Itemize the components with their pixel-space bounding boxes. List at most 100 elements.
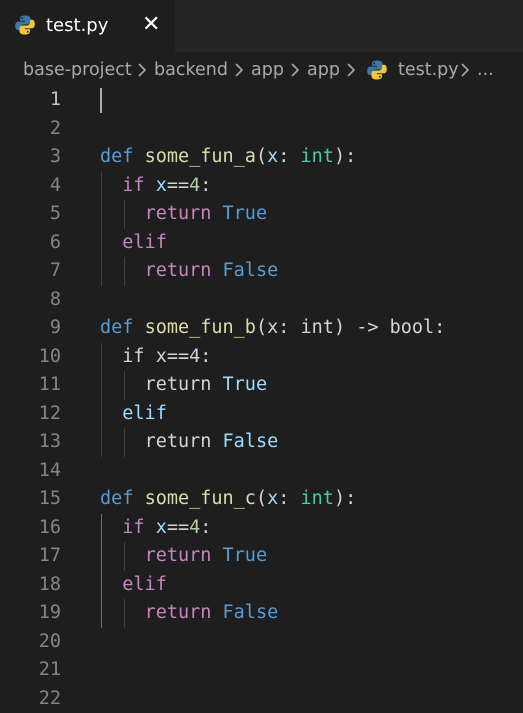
- code-line[interactable]: 14: [0, 457, 523, 485]
- line-number: 1: [49, 89, 61, 110]
- code-token: ) -> bool:: [333, 317, 446, 338]
- code-token: ==: [166, 174, 190, 196]
- breadcrumb-item-backend[interactable]: backend: [154, 56, 228, 84]
- code-line[interactable]: 18 elif: [0, 571, 523, 599]
- line-number: 16: [38, 516, 61, 538]
- line-number: 18: [38, 573, 61, 595]
- code-token: :: [278, 146, 301, 167]
- code-line[interactable]: 1: [0, 86, 523, 114]
- code-line[interactable]: 20: [0, 628, 523, 656]
- indent-guide: [101, 171, 102, 286]
- indent-guide: [124, 428, 125, 457]
- code-editor[interactable]: 1 2 3 def some_fun_a(x: int): 4 if x==4: 5 re…: [0, 84, 523, 709]
- line-number: 2: [49, 117, 61, 139]
- indent-guide: [101, 513, 102, 628]
- code-line[interactable]: 3 def some_fun_a(x: int):: [0, 143, 523, 171]
- code-token: return: [144, 602, 212, 623]
- close-icon[interactable]: ✕: [142, 13, 160, 37]
- line-number: 21: [38, 659, 61, 680]
- code-text: def some_fun_c(x: int):: [100, 485, 356, 513]
- code-text: elif: [100, 571, 167, 599]
- tab-bar: test.py ✕: [0, 0, 523, 52]
- code-token: 4: [189, 516, 201, 538]
- code-line[interactable]: 11 return True: [0, 371, 523, 399]
- code-line[interactable]: 21: [0, 656, 523, 684]
- chevron-right-icon: [231, 62, 247, 78]
- code-text: return True: [100, 542, 268, 570]
- code-text: return True: [100, 200, 268, 228]
- code-token: def: [100, 488, 134, 509]
- code-line[interactable]: 4 if x==4:: [0, 172, 523, 200]
- code-line[interactable]: 17 return True: [0, 542, 523, 570]
- line-number: 17: [38, 545, 61, 566]
- code-token: def: [100, 317, 134, 338]
- code-token: elif: [122, 402, 167, 424]
- code-line[interactable]: 15 def some_fun_c(x: int):: [0, 485, 523, 513]
- code-token: ==: [166, 516, 190, 538]
- code-token: int: [300, 488, 334, 509]
- code-text: if x==4:: [100, 343, 211, 371]
- tab-test-py[interactable]: test.py ✕: [0, 0, 175, 52]
- code-token: False: [222, 260, 279, 281]
- code-token: some_fun_b: [144, 317, 256, 338]
- code-line[interactable]: 10 if x==4:: [0, 343, 523, 371]
- breadcrumb: base-project backend app app test.py ...: [0, 56, 523, 84]
- code-token: (x:: [255, 317, 301, 338]
- indent-guide: [124, 542, 125, 571]
- breadcrumb-item-app[interactable]: app: [251, 56, 284, 84]
- breadcrumb-item-base-project[interactable]: base-project: [23, 56, 132, 84]
- line-number: 5: [49, 203, 61, 224]
- code-token: if: [122, 516, 145, 538]
- code-line[interactable]: 12 elif: [0, 400, 523, 428]
- code-token: True: [222, 203, 268, 224]
- code-text: elif: [100, 400, 167, 428]
- code-line[interactable]: 5 return True: [0, 200, 523, 228]
- code-line[interactable]: 16 if x==4:: [0, 514, 523, 542]
- line-number: 19: [38, 602, 61, 623]
- line-number: 3: [49, 146, 61, 167]
- code-token: int: [300, 146, 334, 167]
- code-line[interactable]: 8: [0, 286, 523, 314]
- breadcrumb-item-app-2[interactable]: app: [307, 56, 340, 84]
- line-number: 9: [49, 317, 61, 338]
- code-line[interactable]: 2: [0, 115, 523, 143]
- code-line[interactable]: 7 return False: [0, 257, 523, 285]
- code-line[interactable]: 13 return False: [0, 428, 523, 456]
- line-number: 6: [49, 231, 61, 253]
- code-line[interactable]: 6 elif: [0, 229, 523, 257]
- chevron-right-icon: [134, 62, 150, 78]
- chevron-right-icon: [287, 62, 303, 78]
- code-token: x: [155, 174, 167, 196]
- line-number: 14: [38, 459, 61, 481]
- line-number: 13: [38, 431, 61, 452]
- python-icon: [366, 59, 388, 81]
- indent-guide: [101, 342, 102, 457]
- code-line[interactable]: 22: [0, 685, 523, 713]
- breadcrumb-item-test-py[interactable]: test.py: [398, 56, 459, 84]
- line-number: 10: [38, 345, 61, 367]
- code-token: ):: [333, 488, 357, 509]
- code-line[interactable]: 19 return False: [0, 599, 523, 627]
- indent-guide: [124, 371, 125, 400]
- indent-guide: [124, 599, 125, 628]
- code-token: return: [144, 431, 212, 452]
- code-text: def some_fun_b(x: int) -> bool:: [100, 314, 445, 342]
- breadcrumb-ellipsis[interactable]: ...: [477, 56, 494, 84]
- code-line[interactable]: 9 def some_fun_b(x: int) -> bool:: [0, 314, 523, 342]
- code-token: x: [267, 488, 279, 509]
- code-token: return: [144, 545, 212, 566]
